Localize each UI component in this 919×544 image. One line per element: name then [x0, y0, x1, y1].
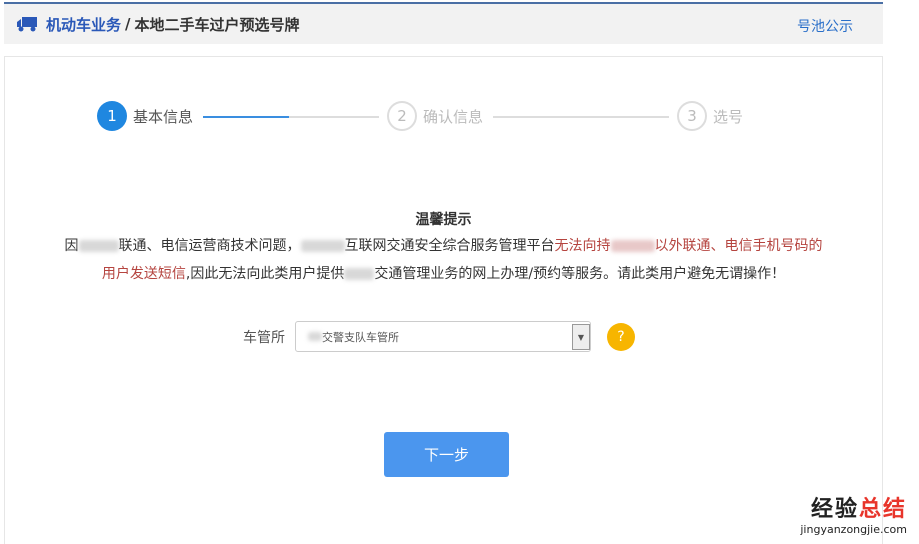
vehicle-office-select[interactable]: 交警支队车管所 ▼ [295, 321, 591, 352]
step-label: 选号 [713, 107, 744, 126]
progress-line [493, 116, 669, 118]
watermark-text: 经验 [810, 497, 859, 522]
progress-line-done [203, 116, 289, 118]
warning-text: 用户发送短信 [101, 266, 186, 282]
number-pool-link[interactable]: 号池公示 [797, 16, 853, 36]
text: 互联网交通安全综合服务管理平台 [344, 238, 555, 254]
step-progress: 1 基本信息 2 确认信息 3 选号 [97, 101, 797, 133]
step-label: 确认信息 [423, 107, 484, 126]
redacted [308, 332, 322, 341]
watermark-text: 总结 [858, 497, 907, 522]
redacted [344, 268, 375, 280]
redacted [610, 240, 655, 252]
page-title: 本地二手车过户预选号牌 [134, 15, 300, 34]
breadcrumb-separator: / [125, 15, 131, 33]
step-number: 1 [97, 101, 127, 131]
page-header: 机动车业务 / 本地二手车过户预选号牌 号池公示 [4, 4, 883, 44]
selected-value: 交警支队车管所 [322, 330, 399, 344]
redacted [78, 240, 119, 252]
step-3: 3 选号 [677, 101, 743, 131]
notice-line-1: 因 联通、电信运营商技术问题， 互联网交通安全综合服务管理平台无法向持 以外联通、电信… [5, 235, 882, 255]
step-1: 1 基本信息 [97, 101, 193, 131]
text: 因 [64, 238, 79, 254]
text: ,因此无法向此类用户提供 [185, 266, 345, 282]
watermark-url: jingyanzongjie.com [800, 523, 907, 536]
notice-title: 温馨提示 [415, 212, 472, 228]
redacted [300, 240, 345, 252]
vehicle-office-label: 车管所 [243, 329, 285, 346]
next-step-button[interactable]: 下一步 [384, 432, 509, 477]
chevron-down-icon[interactable]: ▼ [572, 324, 590, 350]
watermark: 经验总结 jingyanzongjie.com [800, 491, 907, 536]
warning-text: 以外联通、电信手机号码的 [654, 238, 823, 254]
notice-line-2: 用户发送短信,因此无法向此类用户提供 交通管理业务的网上办理/预约等服务。请此类用… [5, 263, 882, 283]
step-2: 2 确认信息 [387, 101, 483, 131]
vehicle-office-row: 车管所 交警支队车管所 ▼ ? [243, 321, 635, 352]
warning-text: 无法向持 [554, 238, 611, 254]
help-icon[interactable]: ? [607, 322, 635, 351]
truck-icon [17, 17, 37, 32]
text: 交通管理业务的网上办理/预约等服务。请此类用户避免无谓操作！ [374, 266, 786, 282]
breadcrumb-category[interactable]: 机动车业务 [46, 14, 121, 35]
step-number: 2 [387, 101, 417, 131]
step-label: 基本信息 [133, 107, 194, 126]
progress-line [289, 116, 379, 118]
main-panel: 1 基本信息 2 确认信息 3 选号 温馨提示 因 联通、电信运营商技术问题， 互联网交通… [4, 56, 883, 544]
text: 联通、电信运营商技术问题， [118, 238, 301, 254]
step-number: 3 [677, 101, 707, 131]
